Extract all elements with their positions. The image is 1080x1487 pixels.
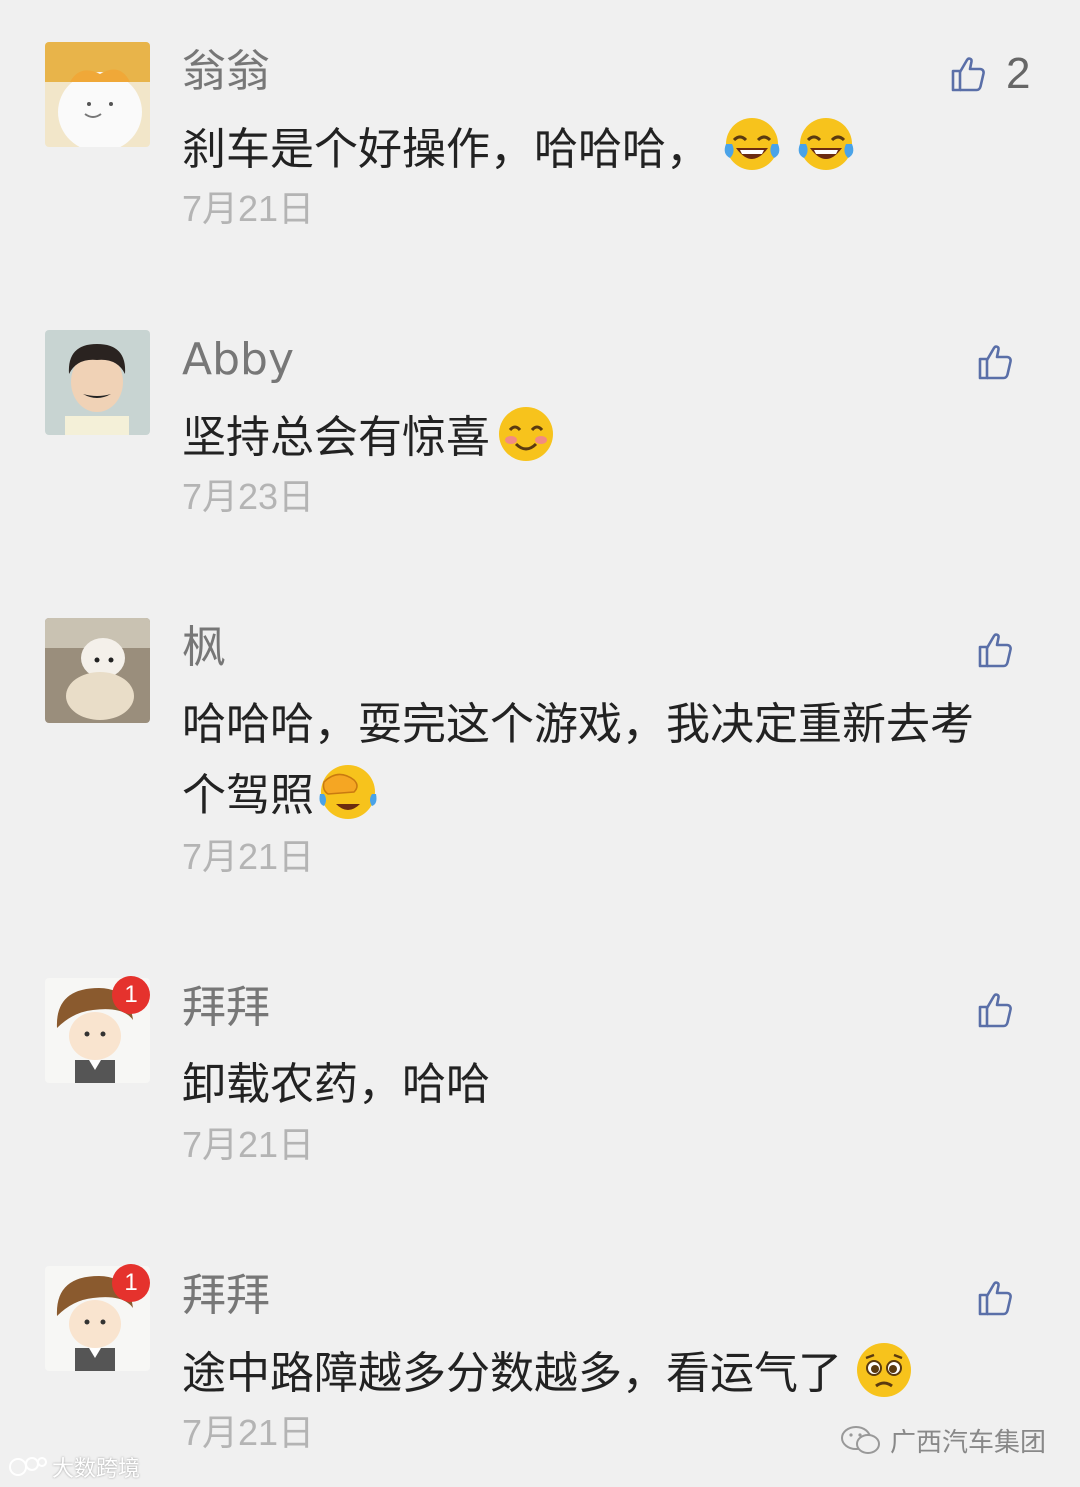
comment-text: 哈哈哈，耍完这个游戏，我决定重新去考个驾照: [182, 690, 1012, 831]
facepalm-emoji: [316, 760, 380, 824]
thumbs-up-icon: [975, 342, 1015, 382]
watermark-right-text: 广西汽车集团: [889, 1427, 1046, 1458]
comment-date: 7月21日: [182, 1412, 315, 1453]
watermark-left: 大数跨境: [8, 1452, 140, 1482]
wechat-icon: [840, 1426, 880, 1454]
comment-text-body: 哈哈哈，耍完这个游戏，我决定重新去考个驾照: [182, 699, 974, 821]
comment-text: 坚持总会有惊喜: [182, 402, 1012, 473]
comment-text-body: 坚持总会有惊喜: [182, 412, 490, 463]
notification-badge: 1: [112, 1264, 150, 1302]
thumbs-up-icon: [975, 1278, 1015, 1318]
comment-date: 7月21日: [182, 836, 315, 877]
commenter-name: 拜拜: [182, 982, 270, 1033]
thumbs-up-icon: [975, 990, 1015, 1030]
pleading-emoji: [852, 1338, 916, 1402]
comment-text-body: 卸载农药，哈哈: [182, 1059, 490, 1110]
comment-text-body: 刹车是个好操作，哈哈哈，: [182, 124, 710, 175]
like-button[interactable]: 2: [948, 49, 1031, 98]
comment-date: 7月21日: [182, 188, 315, 229]
comment-date: 7月23日: [182, 476, 315, 517]
like-button[interactable]: [975, 1274, 1015, 1322]
like-button[interactable]: [975, 338, 1015, 386]
watermark-left-text: 大数跨境: [52, 1457, 141, 1482]
commenter-name: Abby: [182, 334, 294, 385]
like-count: 2: [1006, 49, 1031, 98]
commenter-name: 枫: [182, 622, 226, 673]
comment-date: 7月21日: [182, 1124, 315, 1165]
watermark-right: 广西汽车集团: [840, 1420, 1046, 1460]
blush-emoji: [494, 402, 558, 466]
commenter-name: 翁翁: [182, 46, 270, 97]
joy-emoji: [720, 114, 784, 178]
like-button[interactable]: [975, 986, 1015, 1034]
thumbs-up-icon: [975, 630, 1015, 670]
watermark-logo-icon: [9, 1457, 47, 1476]
joy-emoji: [794, 114, 858, 178]
comment-text: 卸载农药，哈哈: [182, 1050, 1012, 1120]
avatar[interactable]: [45, 42, 150, 147]
like-button[interactable]: [975, 626, 1015, 674]
comment-text: 途中路障越多分数越多，看运气了: [182, 1338, 1012, 1409]
commenter-name: 拜拜: [182, 1270, 270, 1321]
avatar[interactable]: [45, 618, 150, 723]
avatar[interactable]: [45, 330, 150, 435]
comment-text: 刹车是个好操作，哈哈哈，: [182, 114, 1012, 185]
comment-text-body: 途中路障越多分数越多，看运气了: [182, 1348, 842, 1399]
thumbs-up-icon: [948, 54, 988, 94]
notification-badge: 1: [112, 976, 150, 1014]
